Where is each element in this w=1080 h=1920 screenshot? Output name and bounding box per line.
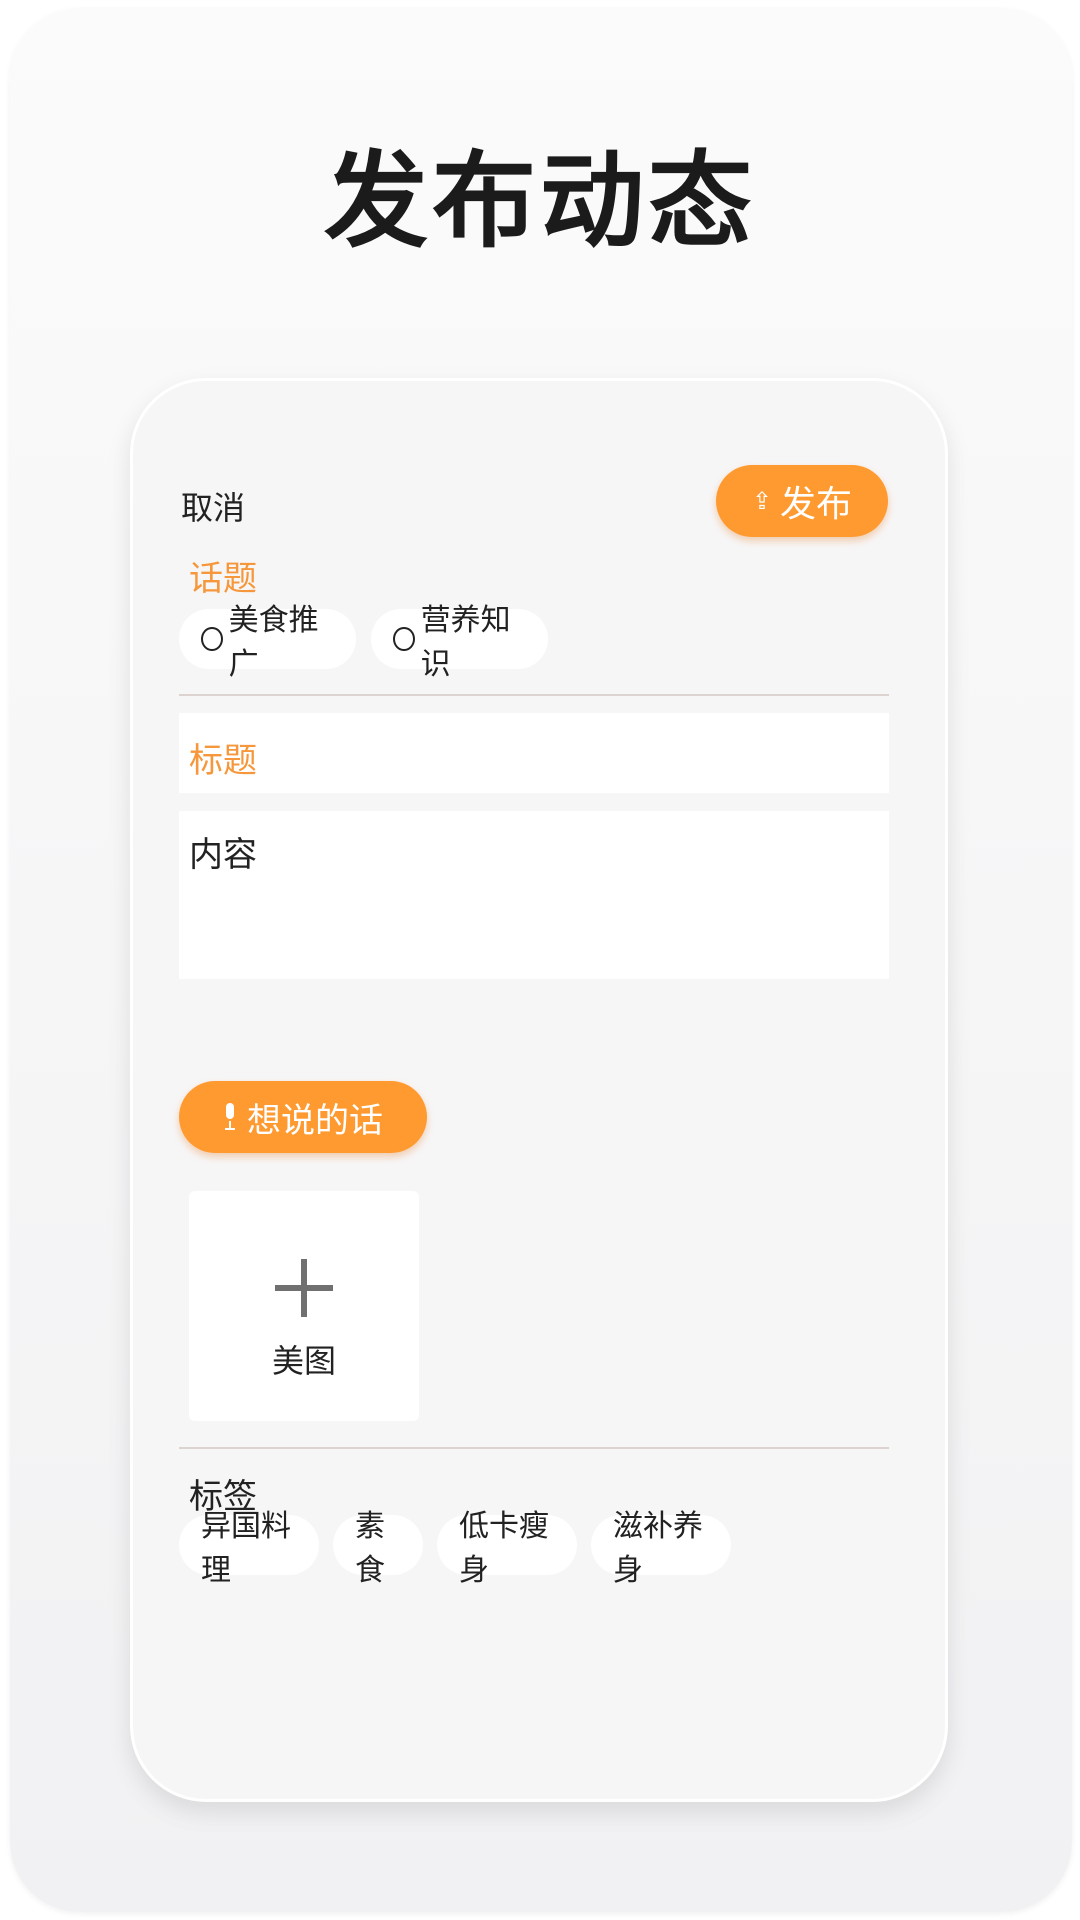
content-field-placeholder: 内容: [189, 835, 257, 875]
tag-chip-label: 异国料理: [201, 1509, 291, 1588]
publish-label: 发布: [780, 484, 853, 525]
voice-label: 想说的话: [247, 1100, 383, 1141]
title-field[interactable]: 标题: [179, 713, 889, 793]
topic-chip-1[interactable]: 美食推广: [179, 603, 356, 682]
tag-chip[interactable]: 异国料理: [179, 1509, 319, 1588]
page-title: 发布动态: [323, 140, 756, 262]
tag-chip-label: 低卡瘦身: [459, 1509, 549, 1588]
upload-icon: ⇪: [751, 487, 773, 515]
voice-button[interactable]: 想说的话: [179, 1081, 427, 1153]
tag-chip[interactable]: 低卡瘦身: [437, 1509, 577, 1588]
divider: [179, 1447, 889, 1449]
radio-icon: [201, 627, 223, 651]
topic-chip-2[interactable]: 营养知识: [371, 603, 548, 682]
tag-chip[interactable]: 素食: [333, 1509, 423, 1588]
divider: [179, 694, 889, 696]
cancel-button[interactable]: 取消: [181, 483, 245, 529]
topic-chip-label: 美食推广: [228, 603, 319, 682]
phone-frame: 取消 ⇪ 发布 话题 美食推广 营养知识 标题 内容 想说的话 美图 标签 异国…: [130, 378, 948, 1802]
tag-chip-label: 素食: [355, 1509, 385, 1588]
publish-button[interactable]: ⇪ 发布: [716, 465, 888, 537]
radio-icon: [393, 627, 415, 651]
tag-chip-label: 滋补养身: [613, 1509, 703, 1588]
content-field[interactable]: 内容: [179, 811, 889, 979]
add-image-label: 美图: [271, 1342, 336, 1380]
tag-chip[interactable]: 滋补养身: [591, 1509, 731, 1588]
title-field-placeholder: 标题: [189, 741, 257, 781]
mic-icon: [223, 1103, 237, 1131]
topic-chip-label: 营养知识: [420, 603, 511, 682]
topics-title: 话题: [189, 559, 257, 599]
add-image-button[interactable]: 美图: [189, 1191, 419, 1421]
